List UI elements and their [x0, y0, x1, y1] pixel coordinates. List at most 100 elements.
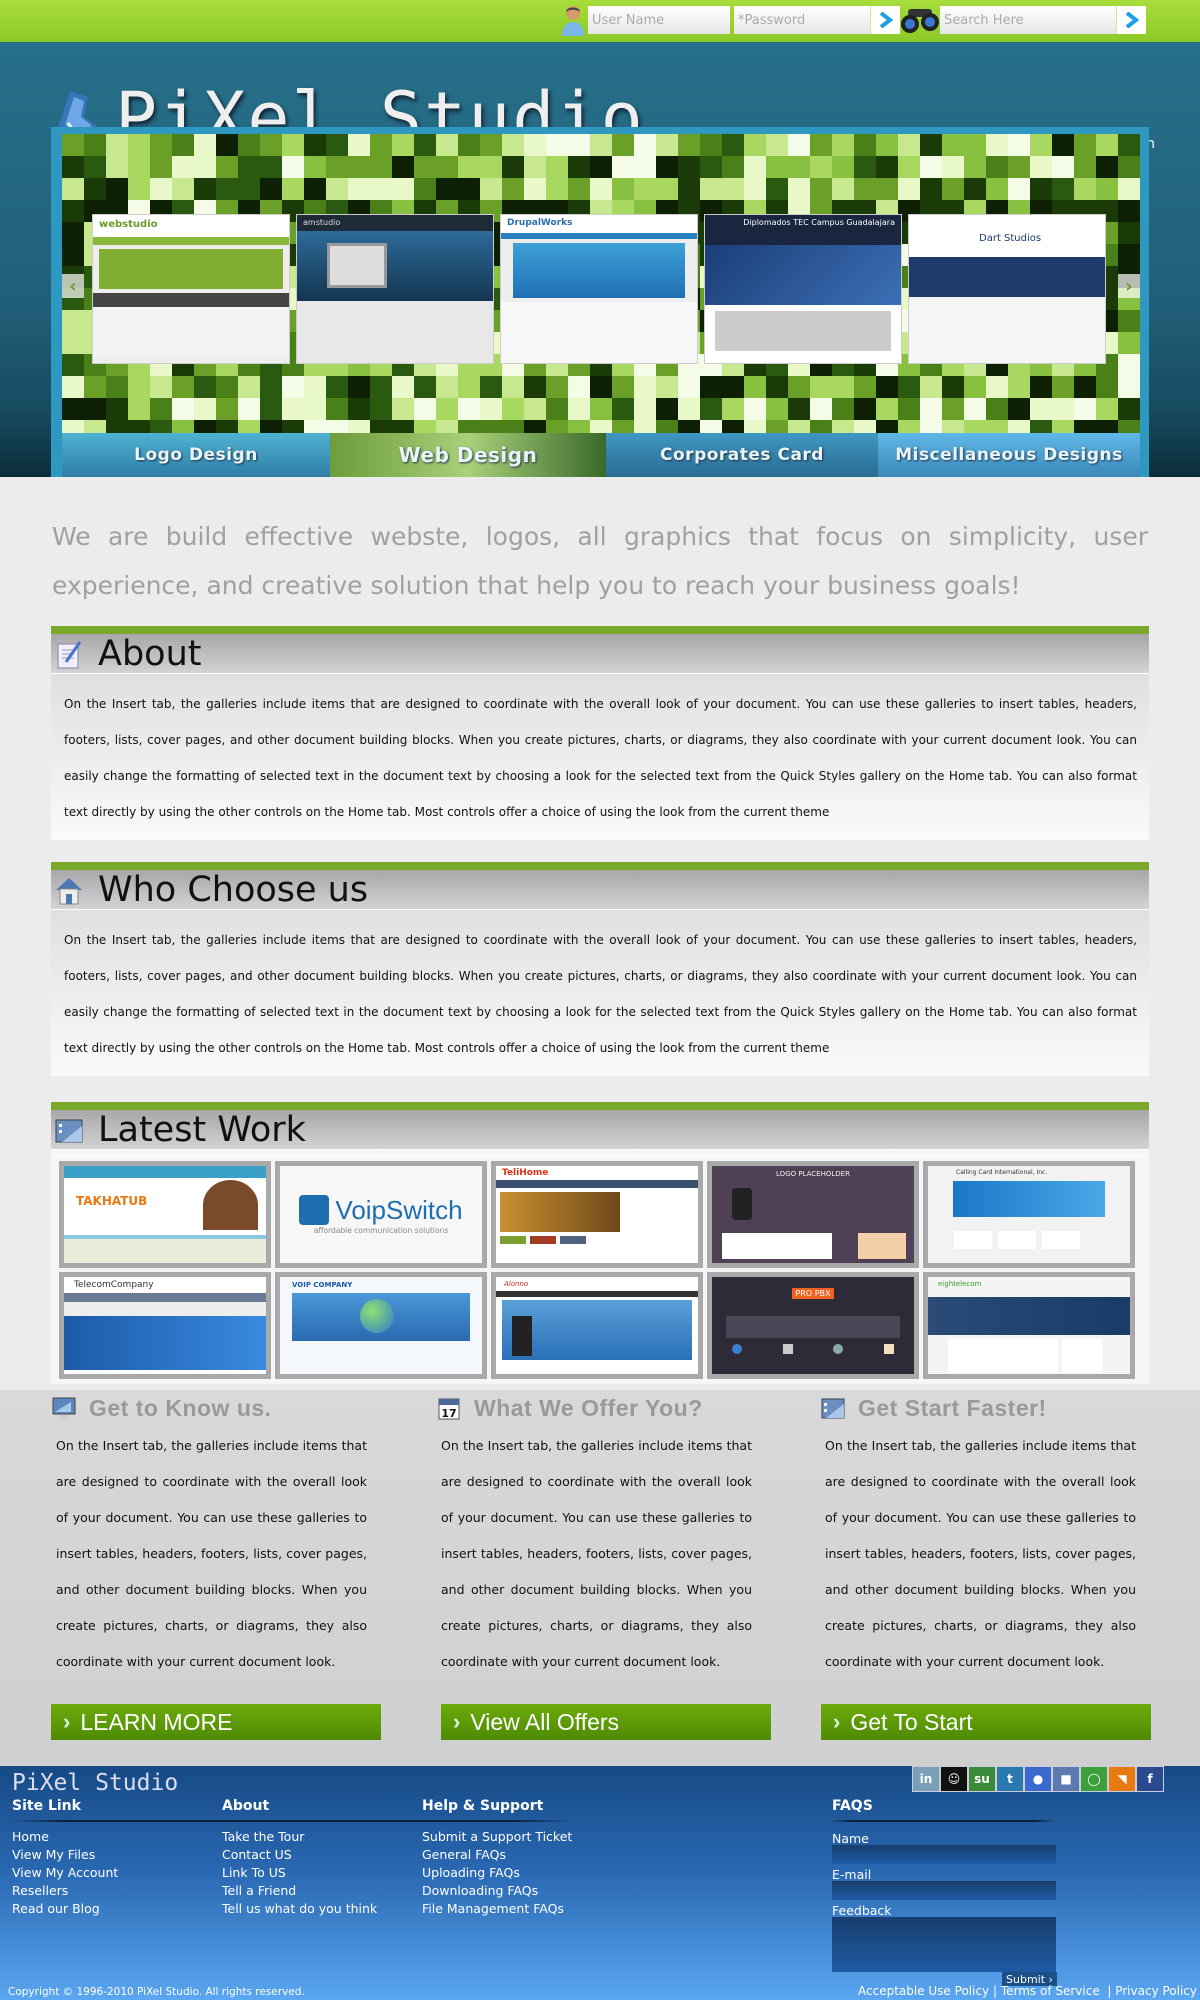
slide-thumbnail[interactable]: DrupalWorks: [500, 214, 698, 364]
chevron-left-icon: ‹: [69, 275, 77, 297]
footer-help-link[interactable]: File Management FAQs: [422, 1900, 572, 1918]
pixel-tile: [568, 178, 590, 200]
pixel-tile: [370, 376, 392, 398]
work-thumbnail[interactable]: eightelecom: [923, 1272, 1135, 1379]
who-choose-us-title: Who Choose us: [98, 869, 369, 910]
pixel-tile: [876, 398, 898, 420]
pixel-tile: [150, 376, 172, 398]
pixel-tile: [700, 156, 722, 178]
privacy-link[interactable]: Privacy Policy: [1115, 1984, 1197, 1998]
pixel-tile: [1118, 156, 1140, 178]
twitter-icon[interactable]: t: [996, 1766, 1024, 1792]
pixel-tile: [370, 398, 392, 420]
tab-web-design[interactable]: Web Design: [330, 433, 606, 477]
footer-help-link[interactable]: Submit a Support Ticket: [422, 1828, 572, 1846]
pixel-tile: [1052, 134, 1074, 156]
slider-prev-button[interactable]: ‹: [62, 274, 84, 298]
learn-more-button[interactable]: › LEARN MORE: [51, 1704, 381, 1740]
pixel-tile: [656, 156, 678, 178]
footer-about-link[interactable]: Tell a Friend: [222, 1882, 377, 1900]
footer-heading-help: Help & Support: [422, 1798, 544, 1814]
reddit-icon[interactable]: ☺: [940, 1766, 968, 1792]
search-input[interactable]: [940, 6, 1116, 34]
pixel-tile: [634, 376, 656, 398]
who-choose-us-body: On the Insert tab, the galleries include…: [64, 933, 1137, 1055]
pixel-tile: [942, 178, 964, 200]
slide-thumbnail[interactable]: Diplomados TEC Campus Guadalajara: [704, 214, 902, 364]
pixel-tile: [194, 178, 216, 200]
pixel-tile: [84, 376, 106, 398]
pixel-tile: [150, 156, 172, 178]
footer-help-link[interactable]: Uploading FAQs: [422, 1864, 572, 1882]
pixel-tile: [986, 178, 1008, 200]
footer-help-link[interactable]: Downloading FAQs: [422, 1882, 572, 1900]
pixel-tile: [986, 156, 1008, 178]
stumbleupon-icon[interactable]: su: [968, 1766, 996, 1792]
pixel-tile: [546, 156, 568, 178]
pixel-tile: [304, 134, 326, 156]
column-get-to-know: Get to Know us. On the Insert tab, the g…: [51, 1390, 367, 1680]
slide-thumbnail[interactable]: webstudio: [92, 214, 290, 364]
login-go-button[interactable]: [870, 6, 900, 34]
faq-feedback-textarea[interactable]: [832, 1917, 1056, 1972]
delicious-icon[interactable]: ■: [1052, 1766, 1080, 1792]
footer-site-link[interactable]: Resellers: [12, 1882, 118, 1900]
acceptable-use-link[interactable]: Acceptable Use Policy: [858, 1984, 989, 1998]
footer-about-link[interactable]: Take the Tour: [222, 1828, 377, 1846]
faq-name-input[interactable]: [832, 1845, 1056, 1864]
footer-site-link[interactable]: Home: [12, 1828, 118, 1846]
pixel-tile: [414, 134, 436, 156]
pixel-tile: [502, 156, 524, 178]
password-input[interactable]: [734, 6, 871, 34]
slide-thumbnail[interactable]: Dart Studios: [908, 214, 1106, 364]
slider-next-button[interactable]: ›: [1118, 274, 1140, 298]
work-thumbnail[interactable]: VOIP COMPANY: [275, 1272, 487, 1379]
search-go-button[interactable]: [1116, 6, 1146, 34]
terms-link[interactable]: Terms of Service: [1001, 1984, 1100, 1998]
work-thumbnail[interactable]: TeliHome: [491, 1161, 703, 1268]
pixel-tile: [524, 178, 546, 200]
footer-site-link[interactable]: Read our Blog: [12, 1900, 118, 1918]
pixel-tile: [282, 134, 304, 156]
work-thumbnail[interactable]: Alonno: [491, 1272, 703, 1379]
work-thumbnail[interactable]: TelecomCompany: [59, 1272, 271, 1379]
pixel-tile: [62, 200, 84, 222]
view-all-offers-button[interactable]: › View All Offers: [441, 1704, 771, 1740]
tab-corporates-card[interactable]: Corporates Card: [606, 433, 878, 477]
pixel-tile: [1096, 178, 1118, 200]
username-input[interactable]: [588, 6, 730, 34]
work-thumbnail[interactable]: LOGO PLACEHOLDER: [707, 1161, 919, 1268]
pixel-tile: [392, 376, 414, 398]
linkedin-icon[interactable]: in: [912, 1766, 940, 1792]
pixel-tile: [656, 178, 678, 200]
pixel-tile: [458, 376, 480, 398]
footer-site-link[interactable]: View My Files: [12, 1846, 118, 1864]
work-thumbnail[interactable]: PRO PBX: [707, 1272, 919, 1379]
pixel-tile: [700, 376, 722, 398]
pixel-tile: [854, 398, 876, 420]
pixel-tile: [304, 178, 326, 200]
pixel-tile: [1052, 178, 1074, 200]
work-thumbnail[interactable]: VoipSwitch affordable communication solut…: [275, 1161, 487, 1268]
tab-logo-design[interactable]: Logo Design: [62, 433, 330, 477]
pixel-tile: [150, 134, 172, 156]
chat-icon[interactable]: ◯: [1080, 1766, 1108, 1792]
rss-icon[interactable]: ◥: [1108, 1766, 1136, 1792]
pixel-tile: [964, 398, 986, 420]
faq-email-input[interactable]: [832, 1881, 1056, 1900]
tab-miscellaneous-designs[interactable]: Miscellaneous Designs: [878, 433, 1140, 477]
get-to-start-button[interactable]: › Get To Start: [821, 1704, 1151, 1740]
footer-about-link[interactable]: Tell us what do you think: [222, 1900, 377, 1918]
footer-about-link[interactable]: Link To US: [222, 1864, 377, 1882]
pixel-tile: [84, 134, 106, 156]
work-thumbnail[interactable]: TAKHATUB: [59, 1161, 271, 1268]
flickr-icon[interactable]: ●: [1024, 1766, 1052, 1792]
slide-thumbnail[interactable]: amstudio: [296, 214, 494, 364]
footer-help-link[interactable]: General FAQs: [422, 1846, 572, 1864]
footer-site-link[interactable]: View My Account: [12, 1864, 118, 1882]
footer-about-link[interactable]: Contact US: [222, 1846, 377, 1864]
facebook-icon[interactable]: f: [1136, 1766, 1164, 1792]
work-thumbnail[interactable]: Calling Card International, Inc.: [923, 1161, 1135, 1268]
pixel-tile: [722, 134, 744, 156]
pixel-tile: [898, 178, 920, 200]
